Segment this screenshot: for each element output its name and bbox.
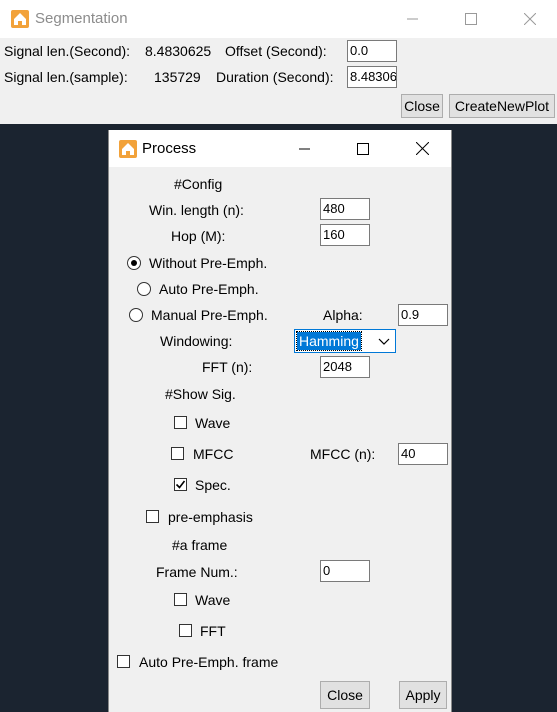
offset-label: Offset (Second): [225,43,327,59]
process-minimize-button[interactable] [282,130,328,167]
wave-checkbox[interactable] [174,416,187,429]
without-preemph-label: Without Pre-Emph. [149,255,268,271]
offset-input[interactable]: 0.0 [347,40,397,62]
minimize-button[interactable] [390,0,436,38]
signal-len-second-value: 8.4830625 [145,43,212,59]
process-close-button[interactable]: Close [320,681,370,709]
signal-len-second-label: Signal len.(Second): [4,43,131,59]
app-icon [119,140,137,158]
duration-label: Duration (Second): [216,69,334,85]
alpha-label: Alpha: [323,307,363,323]
minimize-icon [407,18,418,20]
auto-preemph-frame-checkbox[interactable] [117,655,130,668]
process-titlebar[interactable]: Process [109,130,451,167]
without-preemph-radio[interactable] [127,256,141,270]
manual-preemph-radio[interactable] [129,308,143,322]
segmentation-close-button[interactable]: Close [401,94,443,118]
frame-wave-checkbox[interactable] [174,593,187,606]
minimize-icon [299,148,310,149]
frame-header: #a frame [172,537,228,553]
maximize-icon [357,142,369,155]
chevron-down-icon [376,333,392,349]
app-icon [11,10,29,28]
manual-preemph-label: Manual Pre-Emph. [151,307,268,323]
wave-label: Wave [195,415,231,431]
alpha-input[interactable]: 0.9 [398,304,448,326]
frame-fft-label: FFT [200,623,226,639]
apply-button[interactable]: Apply [399,681,447,709]
maximize-icon [465,13,477,25]
process-window: Process #Config Win. length (n): 480 Hop… [108,130,452,712]
signal-len-sample-value: 135729 [154,69,201,85]
frame-wave-label: Wave [195,592,231,608]
mfcc-n-label: MFCC (n): [310,446,376,462]
auto-preemph-frame-label: Auto Pre-Emph. frame [139,654,279,670]
fft-input[interactable]: 2048 [320,356,370,378]
close-icon [524,13,536,25]
windowing-select[interactable]: Hamming [294,329,396,353]
frame-num-label: Frame Num.: [156,564,238,580]
segmentation-window: Segmentation Signal len.(Second): 8.4830… [0,0,557,124]
checkmark-icon [175,480,186,489]
segmentation-title: Segmentation [35,10,128,27]
spec-label: Spec. [195,477,231,493]
preemphasis-label: pre-emphasis [168,509,253,525]
frame-fft-checkbox[interactable] [179,624,192,637]
process-title: Process [142,140,197,157]
process-close-window-button[interactable] [399,130,445,167]
show-sig-header: #Show Sig. [165,386,236,402]
signal-len-sample-label: Signal len.(sample): [4,69,128,85]
windowing-selected-value: Hamming [296,331,362,351]
mfcc-checkbox[interactable] [171,447,184,460]
win-length-label: Win. length (n): [149,202,244,218]
fft-label: FFT (n): [202,359,253,375]
auto-preemph-label: Auto Pre-Emph. [159,281,259,297]
hop-input[interactable]: 160 [320,224,370,246]
mfcc-n-input[interactable]: 40 [398,443,448,465]
create-new-plot-button[interactable]: CreateNewPlot [449,94,555,118]
process-maximize-button[interactable] [340,130,386,167]
hop-label: Hop (M): [171,228,226,244]
spec-checkbox[interactable] [174,478,187,491]
config-header: #Config [174,176,223,192]
mfcc-label: MFCC [193,446,234,462]
win-length-input[interactable]: 480 [320,198,370,220]
preemphasis-checkbox[interactable] [146,510,159,523]
close-window-button[interactable] [507,0,553,38]
maximize-button[interactable] [448,0,494,38]
windowing-label: Windowing: [160,333,233,349]
segmentation-titlebar[interactable]: Segmentation [0,0,557,38]
duration-input[interactable]: 8.48306 [347,66,397,88]
auto-preemph-radio[interactable] [137,282,151,296]
frame-num-input[interactable]: 0 [320,560,370,582]
close-icon [415,142,429,155]
